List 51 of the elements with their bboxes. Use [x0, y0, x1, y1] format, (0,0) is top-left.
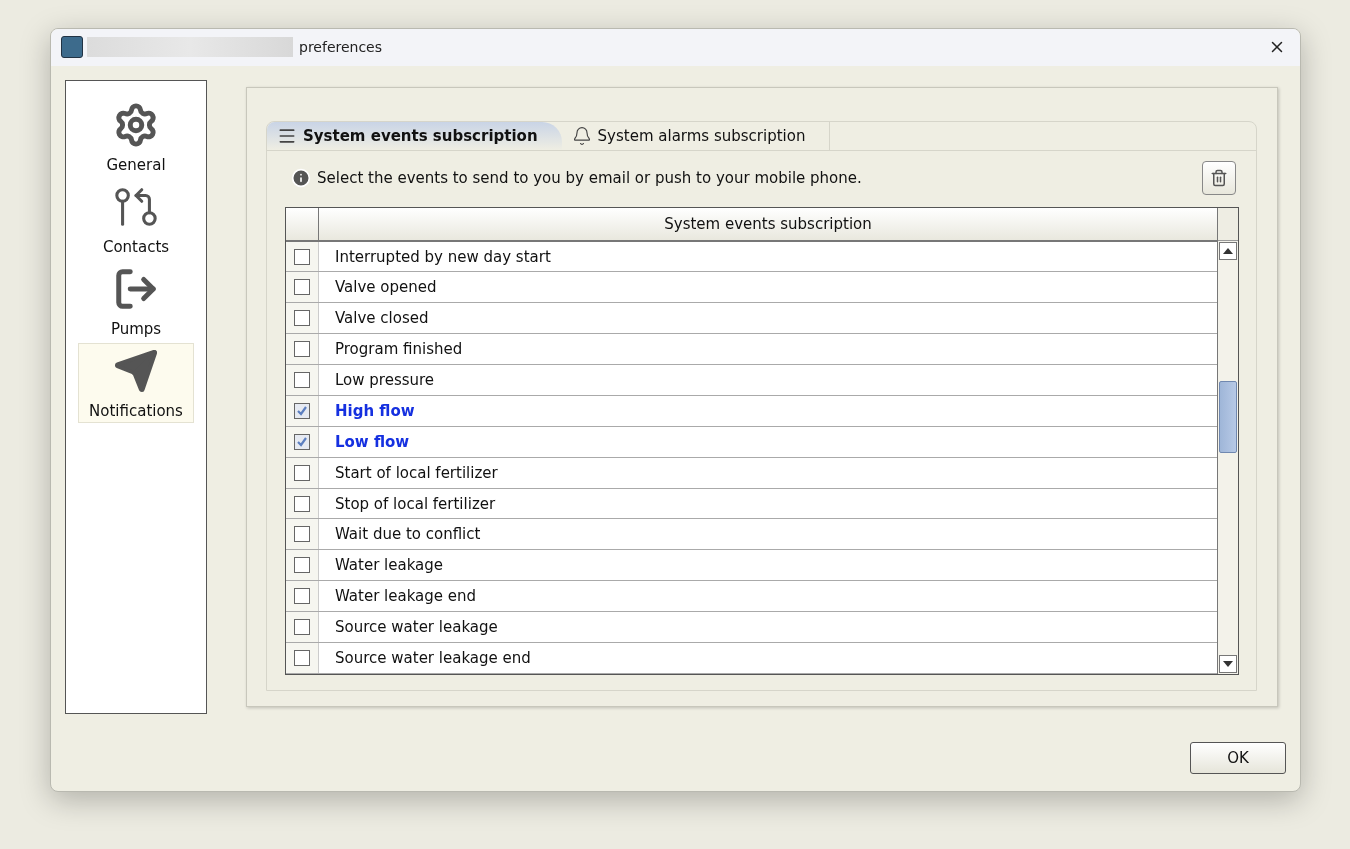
event-label: Program finished: [334, 339, 463, 361]
tab[interactable]: System events subscription: [267, 121, 562, 150]
checkbox[interactable]: [294, 588, 310, 605]
checkbox[interactable]: [294, 310, 310, 327]
bell-icon: [571, 125, 592, 146]
scroll-up-button[interactable]: [1219, 241, 1237, 260]
checkbox[interactable]: [294, 495, 310, 512]
event-label: Valve closed: [334, 308, 429, 330]
event-label: Water leakage: [334, 555, 444, 577]
ok-button[interactable]: OK: [1190, 742, 1286, 775]
tab[interactable]: System alarms subscription: [561, 121, 831, 150]
checkbox[interactable]: [294, 619, 310, 635]
event-label: Low pressure: [334, 370, 435, 391]
event-label: Stop of local fertilizer: [334, 493, 496, 515]
checkbox[interactable]: [294, 279, 310, 296]
sidebar-item[interactable]: General: [78, 96, 194, 177]
event-label: Source water leakage end: [334, 647, 531, 669]
info-icon: [291, 167, 311, 188]
paper-plane-icon: [113, 347, 159, 394]
up-arrow-icon: [1223, 247, 1233, 254]
checkbox[interactable]: [294, 372, 310, 388]
checkbox[interactable]: [294, 341, 310, 358]
down-arrow-icon: [1223, 660, 1233, 667]
checkbox[interactable]: [294, 248, 310, 265]
checkbox[interactable]: [294, 649, 310, 666]
event-label: High flow: [334, 400, 415, 422]
gears-icon: [113, 101, 159, 148]
scroll-thumb[interactable]: [1219, 380, 1237, 453]
app-icon: [61, 36, 83, 59]
scrollbar[interactable]: [1217, 207, 1238, 674]
event-label: Interrupted by new day start: [334, 246, 551, 268]
event-label: Wait due to conflict: [334, 524, 481, 546]
info-text: Select the events to send to you by email or push to your mobile phone.: [317, 168, 863, 187]
window-title: preferences: [299, 39, 384, 56]
header-corner: [1218, 207, 1238, 241]
delete-button[interactable]: [1202, 160, 1236, 195]
checkbox[interactable]: [294, 526, 310, 543]
checkbox[interactable]: [294, 464, 310, 481]
sidebar-item[interactable]: Notifications: [78, 342, 194, 423]
event-label: Low flow: [334, 431, 410, 453]
checkbox[interactable]: [294, 557, 310, 574]
event-label: Source water leakage: [334, 617, 498, 638]
event-label: Valve opened: [334, 277, 437, 299]
sidebar-item[interactable]: Pumps: [78, 260, 194, 341]
checkbox[interactable]: [294, 433, 310, 450]
event-label: Start of local fertilizer: [334, 462, 498, 484]
sidebar-item[interactable]: Contacts: [78, 178, 194, 259]
scroll-down-button[interactable]: [1219, 654, 1237, 673]
trash-icon: [1210, 168, 1228, 187]
checkbox[interactable]: [294, 402, 310, 419]
event-label: Water leakage end: [334, 586, 477, 608]
